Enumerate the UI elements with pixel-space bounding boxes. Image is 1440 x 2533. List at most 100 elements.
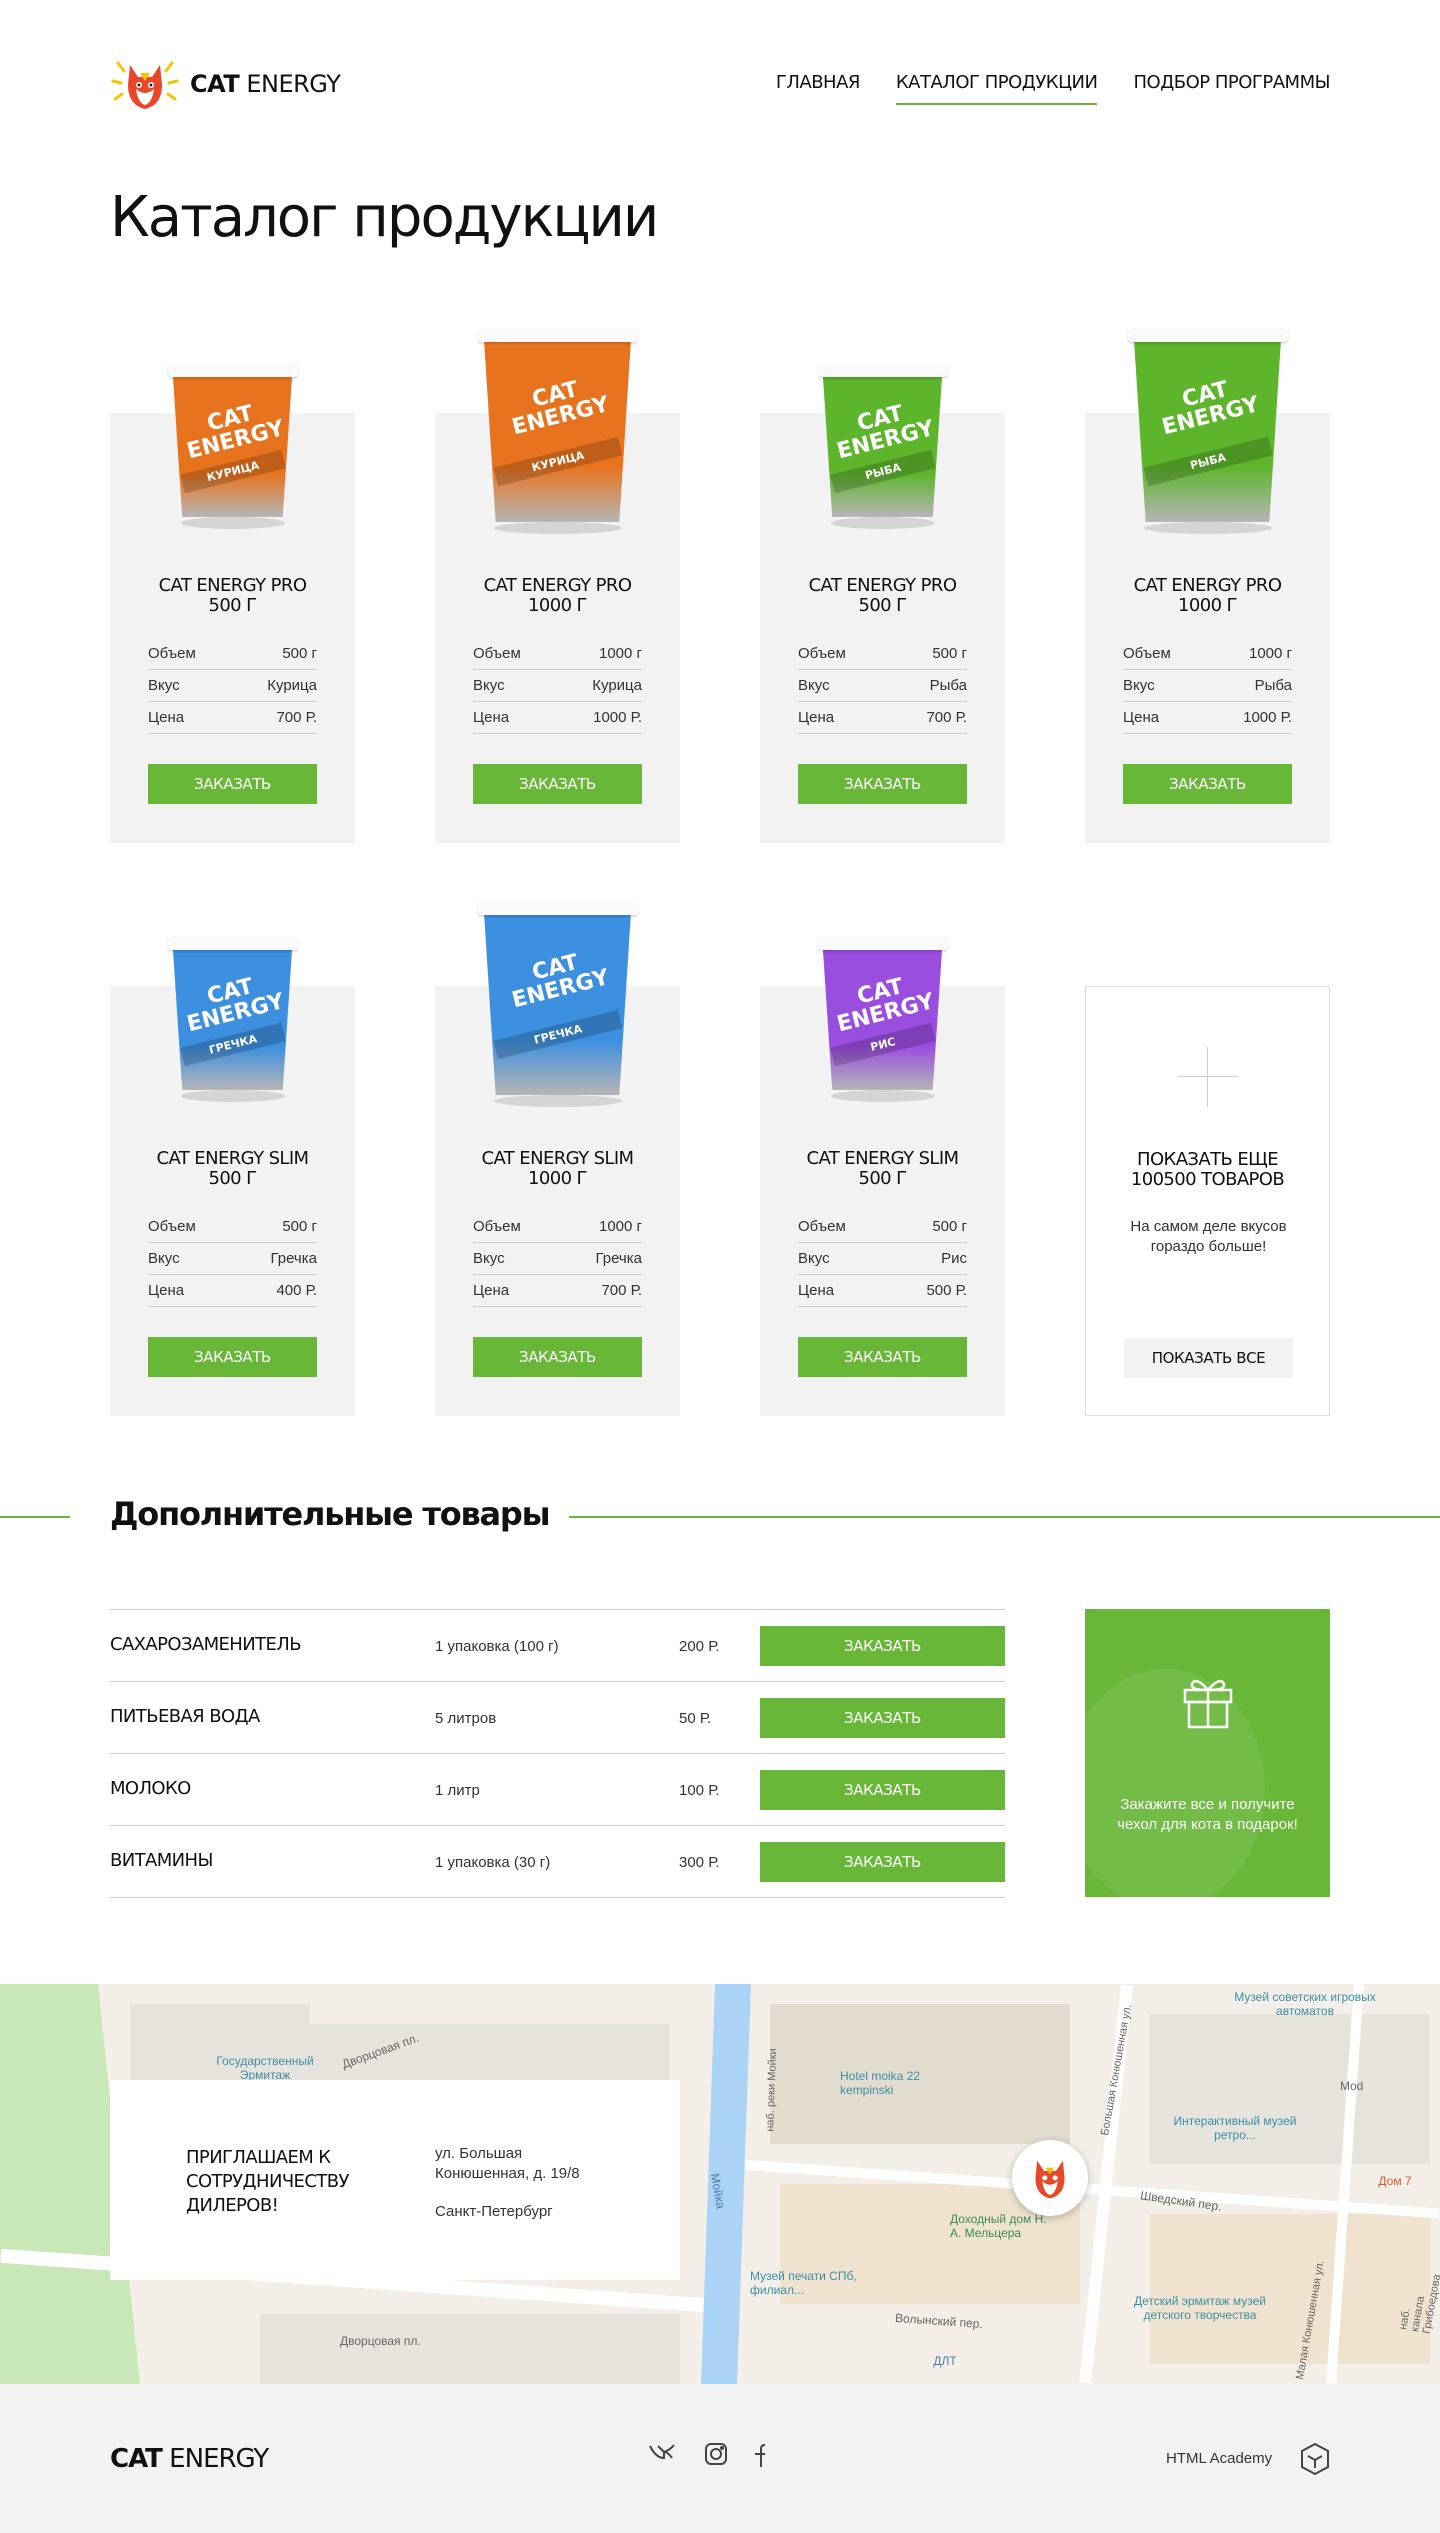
- prop-value: 1000 Р.: [593, 709, 642, 726]
- prop-row: Цена 700 Р.: [798, 702, 967, 734]
- product-card: CAT ENERGY ГРЕЧКА CAT ENERGY SLIM 1000 Г Объе…: [435, 901, 680, 1416]
- order-button[interactable]: ЗАКАЗАТЬ: [798, 1337, 967, 1377]
- nav-catalog[interactable]: КАТАЛОГ ПРОДУКЦИИ: [895, 72, 1098, 105]
- site-header: CAT ENERGY ГЛАВНАЯ КАТАЛОГ ПРОДУКЦИИ ПОД…: [110, 50, 1330, 120]
- prop-row: Цена 400 Р.: [148, 1275, 317, 1307]
- facebook-icon[interactable]: [752, 2442, 766, 2474]
- prop-label: Цена: [148, 709, 185, 726]
- prop-label: Объем: [473, 1218, 521, 1235]
- order-button[interactable]: ЗАКАЗАТЬ: [760, 1770, 1005, 1810]
- prop-row: Цена 1000 Р.: [1123, 702, 1292, 734]
- product-name: CAT ENERGY SLIM 500 Г: [156, 1148, 310, 1189]
- product-card: CAT ENERGY КУРИЦА CAT ENERGY PRO 500 Г Объем 5…: [110, 363, 355, 843]
- prop-value: Рыба: [1254, 677, 1292, 694]
- dealer-block: ПРИГЛАШАЕМ К СОТРУДНИЧЕСТВУ ДИЛЕРОВ! ул.…: [110, 2080, 680, 2280]
- prop-label: Вкус: [148, 677, 180, 694]
- dealer-address: ул. Большая Конюшенная, д. 19/8: [435, 2145, 580, 2182]
- order-button[interactable]: ЗАКАЗАТЬ: [760, 1626, 1005, 1666]
- instagram-icon[interactable]: [704, 2442, 728, 2474]
- order-button[interactable]: ЗАКАЗАТЬ: [760, 1842, 1005, 1882]
- prop-value: Гречка: [595, 1250, 642, 1267]
- prop-value: Рыба: [929, 677, 967, 694]
- order-button[interactable]: ЗАКАЗАТЬ: [760, 1698, 1005, 1738]
- additional-row: МОЛОКО 1 литр 100 Р. ЗАКАЗАТЬ: [110, 1754, 1005, 1826]
- order-button[interactable]: ЗАКАЗАТЬ: [1123, 764, 1292, 804]
- prop-value: 1000 г: [598, 645, 642, 662]
- prop-value: 1000 г: [598, 1218, 642, 1235]
- item-name: САХАРОЗАМЕНИТЕЛЬ: [110, 1634, 302, 1655]
- additional-table: САХАРОЗАМЕНИТЕЛЬ 1 упаковка (100 г) 200 Р.…: [110, 1609, 1005, 1898]
- product-props: Объем 500 г Вкус Рис Цена 500 Р.: [798, 1211, 967, 1307]
- product-name: CAT ENERGY SLIM 1000 Г: [481, 1148, 635, 1189]
- prop-row: Вкус Гречка: [473, 1243, 642, 1275]
- product-image: CAT ENERGY КУРИЦА: [477, 328, 638, 534]
- product-props: Объем 500 г Вкус Рыба Цена 700 Р.: [798, 638, 967, 734]
- divider-right: [483, 1516, 1440, 1518]
- map-pin[interactable]: [1012, 2140, 1088, 2216]
- prop-value: 1000 г: [1248, 645, 1292, 662]
- item-name: ВИТАМИНЫ: [110, 1850, 213, 1871]
- prop-value: 400 Р.: [276, 1282, 317, 1299]
- product-image: CAT ENERGY ГРЕЧКА: [477, 901, 638, 1107]
- prop-value: 500 г: [282, 645, 317, 662]
- prop-label: Цена: [473, 1282, 510, 1299]
- show-more-title: ПОКАЗАТЬ ЕЩЕ 100500 ТОВАРОВ: [1130, 1149, 1285, 1190]
- logo[interactable]: CAT ENERGY: [110, 53, 341, 115]
- item-name: МОЛОКО: [110, 1778, 191, 1799]
- product-name: CAT ENERGY SLIM 500 Г: [806, 1148, 960, 1189]
- product-image: CAT ENERGY ГРЕЧКА: [167, 936, 298, 1102]
- logo-text: CAT ENERGY: [190, 70, 341, 98]
- order-button[interactable]: ЗАКАЗАТЬ: [148, 764, 317, 804]
- product-props: Объем 1000 г Вкус Гречка Цена 700 Р.: [473, 1211, 642, 1307]
- prop-label: Вкус: [1123, 677, 1155, 694]
- additional-row: САХАРОЗАМЕНИТЕЛЬ 1 упаковка (100 г) 200 Р.…: [110, 1610, 1005, 1682]
- prop-value: Курица: [267, 677, 317, 694]
- item-price: 200 Р.: [679, 1638, 720, 1655]
- item-qty: 1 литр: [435, 1782, 480, 1799]
- prop-label: Объем: [473, 645, 521, 662]
- prop-value: 700 Р.: [276, 709, 317, 726]
- show-all-button[interactable]: ПОКАЗАТЬ ВСЕ: [1124, 1338, 1293, 1378]
- prop-row: Вкус Курица: [473, 670, 642, 702]
- product-image: CAT ENERGY РИС: [817, 936, 948, 1102]
- prop-row: Цена 700 Р.: [148, 702, 317, 734]
- order-button[interactable]: ЗАКАЗАТЬ: [798, 764, 967, 804]
- prop-value: Курица: [592, 677, 642, 694]
- prop-row: Вкус Гречка: [148, 1243, 317, 1275]
- academy-icon[interactable]: [1300, 2442, 1330, 2476]
- product-image: CAT ENERGY КУРИЦА: [167, 363, 298, 529]
- prop-value: 500 г: [932, 645, 967, 662]
- prop-row: Вкус Рис: [798, 1243, 967, 1275]
- dealer-title: ПРИГЛАШАЕМ К СОТРУДНИЧЕСТВУ ДИЛЕРОВ!: [186, 2147, 349, 2216]
- prop-label: Цена: [1123, 709, 1160, 726]
- prop-value: 1000 Р.: [1243, 709, 1292, 726]
- footer-logo[interactable]: CAT ENERGY: [110, 2444, 269, 2474]
- prop-label: Цена: [798, 1282, 835, 1299]
- prop-row: Цена 500 Р.: [798, 1275, 967, 1307]
- vk-icon[interactable]: [648, 2442, 680, 2474]
- prop-row: Объем 500 г: [798, 638, 967, 670]
- academy-link[interactable]: HTML Academy: [1166, 2450, 1272, 2467]
- prop-row: Объем 500 г: [148, 638, 317, 670]
- order-button[interactable]: ЗАКАЗАТЬ: [473, 764, 642, 804]
- prop-row: Вкус Рыба: [1123, 670, 1292, 702]
- prop-label: Объем: [798, 645, 846, 662]
- order-button[interactable]: ЗАКАЗАТЬ: [473, 1337, 642, 1377]
- product-name: CAT ENERGY PRO 500 Г: [808, 575, 957, 616]
- item-qty: 1 упаковка (30 г): [435, 1854, 551, 1871]
- prop-value: Рис: [941, 1250, 967, 1267]
- product-props: Объем 500 г Вкус Курица Цена 700 Р.: [148, 638, 317, 734]
- prop-label: Цена: [798, 709, 835, 726]
- prop-label: Вкус: [473, 677, 505, 694]
- divider-left: [0, 1516, 70, 1518]
- nav-program[interactable]: ПОДБОР ПРОГРАММЫ: [1133, 72, 1330, 105]
- prop-label: Вкус: [473, 1250, 505, 1267]
- prop-label: Вкус: [798, 1250, 830, 1267]
- order-button[interactable]: ЗАКАЗАТЬ: [148, 1337, 317, 1377]
- nav-home[interactable]: ГЛАВНАЯ: [776, 72, 861, 105]
- product-name: CAT ENERGY PRO 1000 Г: [1133, 575, 1282, 616]
- product-card: CAT ENERGY КУРИЦА CAT ENERGY PRO 1000 Г Объем…: [435, 328, 680, 843]
- show-more-card: ПОКАЗАТЬ ЕЩЕ 100500 ТОВАРОВ На самом деле…: [1085, 986, 1330, 1416]
- prop-label: Цена: [473, 709, 510, 726]
- prop-label: Вкус: [148, 1250, 180, 1267]
